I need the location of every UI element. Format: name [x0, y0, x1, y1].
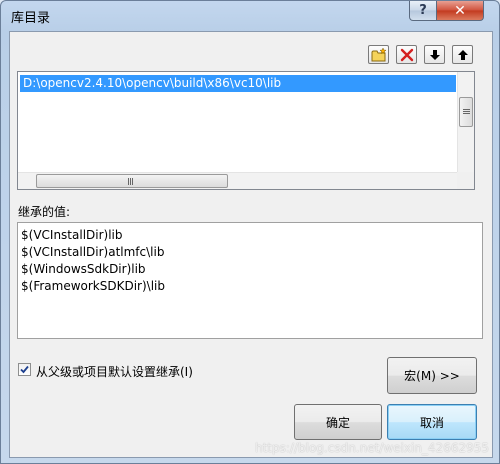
help-icon: ?: [419, 3, 427, 18]
help-button[interactable]: ?: [409, 1, 437, 21]
inherited-values-box: $(VCInstallDir)lib $(VCInstallDir)atlmfc…: [17, 222, 483, 339]
inherited-item: $(FrameworkSDKDir)\lib: [21, 279, 165, 293]
inherited-item: $(VCInstallDir)atlmfc\lib: [21, 245, 165, 259]
checkmark-icon: [20, 365, 29, 374]
move-up-button[interactable]: [452, 45, 473, 64]
directory-listbox[interactable]: D:\opencv2.4.10\opencv\build\x86\vc10\li…: [17, 71, 475, 190]
arrow-down-icon: [429, 49, 440, 60]
inherited-scrollbar: [465, 223, 482, 338]
dialog-window: 库目录 ? ✕ D:\opencv2.4.10\opencv\build\x86…: [0, 0, 500, 464]
dialog-client-area: D:\opencv2.4.10\opencv\build\x86\vc10\li…: [9, 31, 493, 458]
inherited-item: $(VCInstallDir)lib: [21, 228, 123, 242]
inherit-checkbox-label[interactable]: 从父级或项目默认设置继承(I): [36, 363, 193, 380]
list-item[interactable]: D:\opencv2.4.10\opencv\build\x86\vc10\li…: [20, 75, 456, 92]
window-title: 库目录: [11, 11, 51, 26]
close-icon: ✕: [454, 2, 466, 19]
vertical-scroll-thumb[interactable]: [459, 97, 473, 127]
title-bar[interactable]: 库目录 ? ✕: [1, 1, 499, 31]
new-folder-button[interactable]: [368, 45, 389, 64]
delete-icon: [400, 48, 413, 61]
horizontal-scroll-thumb[interactable]: [36, 174, 228, 188]
inherit-checkbox[interactable]: [18, 363, 31, 376]
arrow-up-icon: [457, 49, 468, 60]
inherited-values-label: 继承的值:: [18, 205, 71, 219]
vertical-scrollbar[interactable]: [457, 72, 474, 173]
close-button[interactable]: ✕: [436, 1, 484, 21]
inherited-item: $(WindowsSdkDir)lib: [21, 262, 146, 276]
cancel-button[interactable]: 取消: [387, 404, 477, 440]
watermark-text: https://blog.csdn.net/weixin_42662955: [254, 441, 489, 455]
scrollbar-corner: [457, 172, 474, 189]
delete-button[interactable]: [396, 45, 417, 64]
move-down-button[interactable]: [424, 45, 445, 64]
ok-button[interactable]: 确定: [294, 404, 382, 440]
new-folder-icon: [371, 47, 387, 61]
macros-button[interactable]: 宏(M) >>: [387, 357, 477, 394]
horizontal-scrollbar[interactable]: [18, 172, 457, 189]
